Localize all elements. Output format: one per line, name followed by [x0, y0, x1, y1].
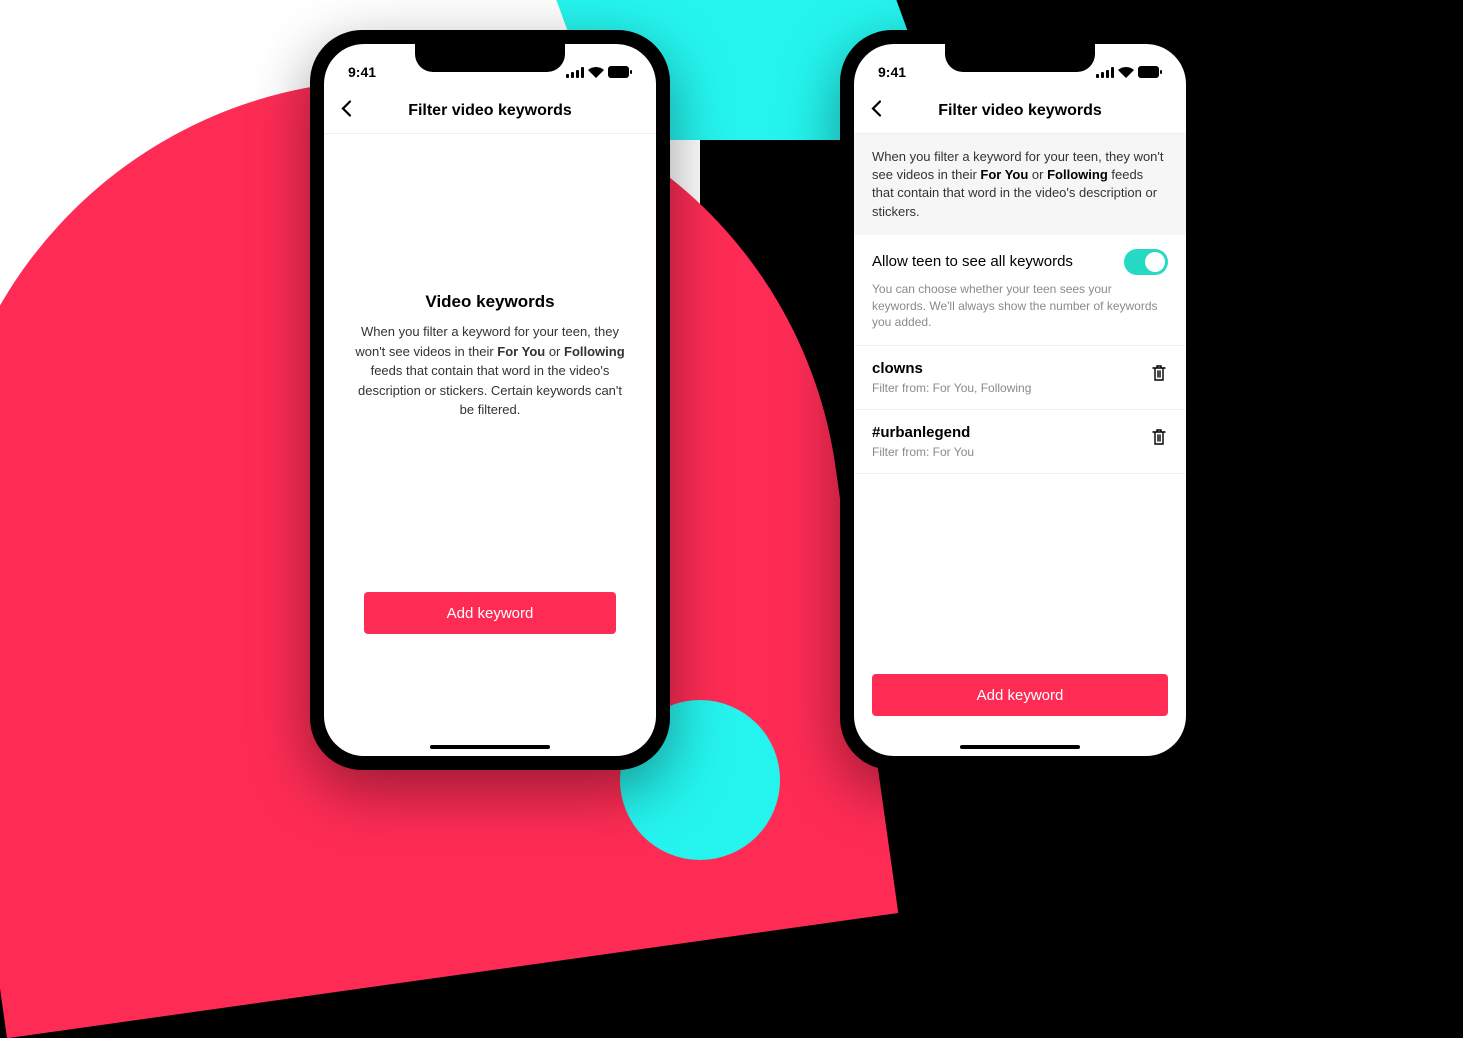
- add-keyword-button[interactable]: Add keyword: [872, 674, 1168, 716]
- status-time: 9:41: [878, 64, 906, 80]
- keyword-item: clowns Filter from: For You, Following: [854, 346, 1186, 410]
- explain-box: When you filter a keyword for your teen,…: [854, 134, 1186, 235]
- empty-title: Video keywords: [425, 292, 554, 312]
- battery-icon: [608, 66, 632, 78]
- empty-state: Video keywords When you filter a keyword…: [324, 134, 656, 578]
- delete-keyword-button[interactable]: [1150, 360, 1168, 387]
- allow-teen-toggle[interactable]: [1124, 249, 1168, 275]
- keyword-sub: Filter from: For You: [872, 445, 974, 459]
- toggle-sub: You can choose whether your teen sees yo…: [872, 281, 1168, 331]
- page-title: Filter video keywords: [408, 102, 572, 120]
- wifi-icon: [588, 67, 604, 78]
- keyword-sub: Filter from: For You, Following: [872, 381, 1031, 395]
- wifi-icon: [1118, 67, 1134, 78]
- header: Filter video keywords: [854, 88, 1186, 134]
- signal-icon: [566, 67, 584, 78]
- notch: [415, 44, 565, 72]
- trash-icon: [1150, 364, 1168, 382]
- button-wrap: Add keyword: [854, 660, 1186, 738]
- back-button[interactable]: [868, 99, 886, 122]
- notch: [945, 44, 1095, 72]
- battery-icon: [1138, 66, 1162, 78]
- chevron-left-icon: [338, 99, 356, 117]
- back-button[interactable]: [338, 99, 356, 122]
- toggle-section: Allow teen to see all keywords You can c…: [854, 235, 1186, 346]
- home-bar: [854, 738, 1186, 756]
- status-time: 9:41: [348, 64, 376, 80]
- add-keyword-button[interactable]: Add keyword: [364, 592, 616, 634]
- page-title: Filter video keywords: [938, 102, 1102, 120]
- empty-text: When you filter a keyword for your teen,…: [354, 322, 626, 420]
- status-indicators: [566, 66, 632, 78]
- phone-right: 9:41 Filter video keywords When you filt…: [840, 30, 1200, 770]
- keyword-word: #urbanlegend: [872, 424, 974, 441]
- home-bar: [324, 738, 656, 756]
- delete-keyword-button[interactable]: [1150, 424, 1168, 451]
- button-wrap: Add keyword: [324, 578, 656, 648]
- keyword-item: #urbanlegend Filter from: For You: [854, 410, 1186, 474]
- status-indicators: [1096, 66, 1162, 78]
- header: Filter video keywords: [324, 88, 656, 134]
- chevron-left-icon: [868, 99, 886, 117]
- signal-icon: [1096, 67, 1114, 78]
- trash-icon: [1150, 428, 1168, 446]
- phone-left: 9:41 Filter video keywords Video keyword…: [310, 30, 670, 770]
- toggle-label: Allow teen to see all keywords: [872, 253, 1073, 270]
- keyword-word: clowns: [872, 360, 1031, 377]
